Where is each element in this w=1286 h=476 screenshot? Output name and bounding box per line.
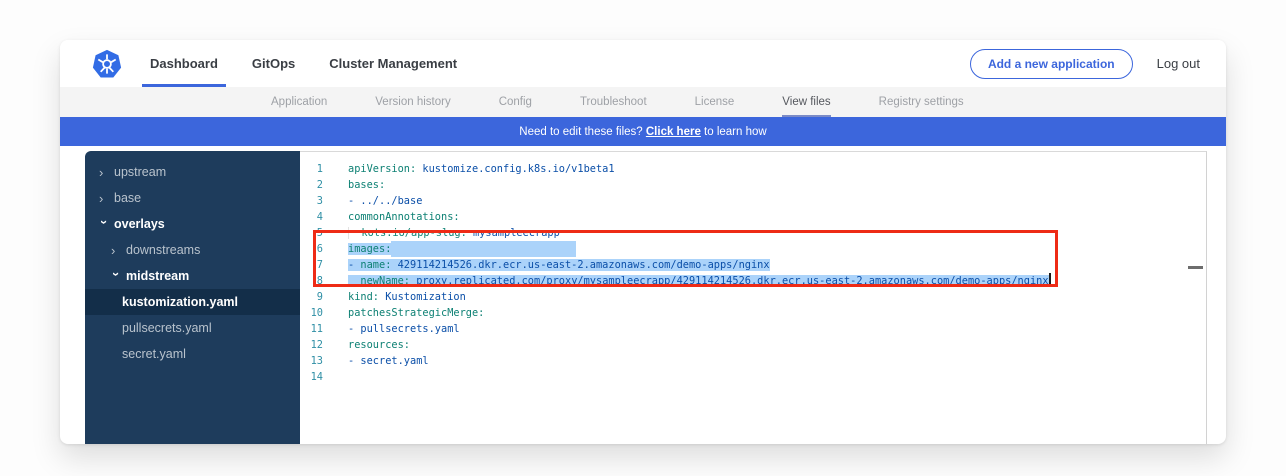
code-line-3[interactable]: 3 - ../../base [300, 193, 1206, 209]
code-line-5[interactable]: 5 kots.io/app-slug: mysampleecrapp [300, 225, 1206, 241]
code-line-6[interactable]: 6 images: [300, 241, 1206, 257]
line-number[interactable]: 7 [300, 257, 323, 273]
selected-text: images: [348, 243, 391, 255]
code-line-4[interactable]: 4 commonAnnotations: [300, 209, 1206, 225]
line-number[interactable]: 9 [300, 289, 323, 305]
code-text: newName: proxy.replicated.com/proxy/mysa… [348, 273, 1051, 289]
header-tab-dashboard[interactable]: Dashboard [150, 40, 218, 87]
code-text: - pullsecrets.yaml [348, 321, 460, 337]
line-number[interactable]: 10 [300, 305, 323, 321]
header-tab-cluster-management[interactable]: Cluster Management [329, 40, 457, 87]
code-line-11[interactable]: 11 - pullsecrets.yaml [300, 321, 1206, 337]
file-tree-label: base [114, 191, 141, 205]
line-number[interactable]: 5 [300, 225, 323, 241]
code-text: - name: 429114214526.dkr.ecr.us-east-2.a… [348, 257, 770, 273]
banner-text-after: to learn how [701, 126, 767, 138]
sidebar-item-kustomization-yaml[interactable]: kustomization.yaml [85, 289, 300, 315]
sidebar-item-pullsecrets-yaml[interactable]: pullsecrets.yaml [85, 315, 300, 341]
admin-console-window: Dashboard GitOps Cluster Management Add a … [60, 40, 1226, 444]
file-tree-label: overlays [114, 217, 165, 231]
file-tree-label: downstreams [126, 243, 200, 257]
code-line-8[interactable]: 8 newName: proxy.replicated.com/proxy/my… [300, 273, 1206, 289]
code-text: apiVersion: kustomize.config.k8s.io/v1be… [348, 161, 615, 177]
line-number[interactable]: 3 [300, 193, 323, 209]
code-text: patchesStrategicMerge: [348, 305, 484, 321]
subnav-tab-version-history[interactable]: Version history [375, 87, 450, 117]
line-number[interactable]: 14 [300, 369, 323, 385]
sidebar-item-downstreams[interactable]: › downstreams [85, 237, 300, 263]
code-text: kots.io/app-slug: mysampleecrapp [348, 225, 560, 241]
subnav-tab-registry-settings[interactable]: Registry settings [879, 87, 964, 117]
click-here-link[interactable]: Click here [646, 126, 701, 138]
overview-ruler-cursor-marker [1188, 266, 1203, 269]
code-text: bases: [348, 177, 385, 193]
banner-text-before: Need to edit these files? [519, 126, 646, 138]
code-line-13[interactable]: 13 - secret.yaml [300, 353, 1206, 369]
line-number[interactable]: 12 [300, 337, 323, 353]
sidebar-item-midstream[interactable]: ›midstream [85, 263, 300, 289]
code-text: images: [348, 241, 576, 257]
file-tree-label: pullsecrets.yaml [122, 321, 212, 335]
code-text: - ../../base [348, 193, 422, 209]
chevron-right-icon: › [99, 166, 110, 179]
code-line-1[interactable]: 1 apiVersion: kustomize.config.k8s.io/v1b… [300, 161, 1206, 177]
line-number[interactable]: 1 [300, 161, 323, 177]
chevron-down-icon: › [98, 220, 111, 231]
sidebar-item-upstream[interactable]: › upstream [85, 159, 300, 185]
sidebar-item-overlays[interactable]: ›overlays [85, 211, 300, 237]
chevron-right-icon: › [111, 244, 122, 257]
file-tree-label: midstream [126, 269, 189, 283]
line-number[interactable]: 6 [300, 241, 323, 257]
line-number[interactable]: 4 [300, 209, 323, 225]
code-line-9[interactable]: 9 kind: Kustomization [300, 289, 1206, 305]
selected-text: newName: proxy.replicated.com/proxy/mysa… [348, 275, 1051, 287]
file-tree-label: upstream [114, 165, 166, 179]
subnav-tab-troubleshoot[interactable]: Troubleshoot [580, 87, 647, 117]
header-tab-gitops[interactable]: GitOps [252, 40, 295, 87]
file-tree-label: kustomization.yaml [122, 295, 238, 309]
view-files-content: ›upstream›base›overlays›downstreams›mids… [85, 151, 1226, 444]
code-text: - secret.yaml [348, 353, 429, 369]
line-number[interactable]: 13 [300, 353, 323, 369]
code-line-2[interactable]: 2 bases: [300, 177, 1206, 193]
header-tabs: Dashboard GitOps Cluster Management [150, 40, 491, 87]
text-cursor [1049, 273, 1051, 286]
code-line-12[interactable]: 12 resources: [300, 337, 1206, 353]
code-line-14[interactable]: 14 [300, 369, 1206, 385]
selected-text: - name: 429114214526.dkr.ecr.us-east-2.a… [348, 259, 770, 271]
add-new-application-button[interactable]: Add a new application [970, 49, 1133, 79]
subnav-tab-application[interactable]: Application [271, 87, 327, 117]
line-number[interactable]: 8 [300, 273, 323, 289]
file-tree-sidebar: ›upstream›base›overlays›downstreams›mids… [85, 151, 300, 444]
logout-link[interactable]: Log out [1157, 56, 1200, 71]
application-subnav: Application Version history Config Troubles… [60, 87, 1226, 117]
line-number[interactable]: 2 [300, 177, 323, 193]
top-navigation: Dashboard GitOps Cluster Management Add a … [60, 40, 1226, 87]
subnav-tab-view-files[interactable]: View files [782, 87, 830, 117]
sidebar-item-secret-yaml[interactable]: secret.yaml [85, 341, 300, 367]
code-lines: 1 apiVersion: kustomize.config.k8s.io/v1b… [300, 161, 1206, 385]
edit-files-banner: Need to edit these files? Click here to … [60, 117, 1226, 146]
code-text: resources: [348, 337, 410, 353]
subnav-tab-license[interactable]: License [695, 87, 735, 117]
code-text: commonAnnotations: [348, 209, 460, 225]
line-number[interactable]: 11 [300, 321, 323, 337]
chevron-right-icon: › [99, 192, 110, 205]
kubernetes-logo-icon [92, 49, 122, 79]
sidebar-item-base[interactable]: › base [85, 185, 300, 211]
code-line-10[interactable]: 10 patchesStrategicMerge: [300, 305, 1206, 321]
code-line-7[interactable]: 7 - name: 429114214526.dkr.ecr.us-east-2.… [300, 257, 1206, 273]
subnav-tab-config[interactable]: Config [499, 87, 532, 117]
code-text: kind: Kustomization [348, 289, 466, 305]
file-tree-label: secret.yaml [122, 347, 186, 361]
code-editor[interactable]: 1 apiVersion: kustomize.config.k8s.io/v1b… [300, 151, 1207, 444]
chevron-down-icon: › [110, 272, 123, 283]
